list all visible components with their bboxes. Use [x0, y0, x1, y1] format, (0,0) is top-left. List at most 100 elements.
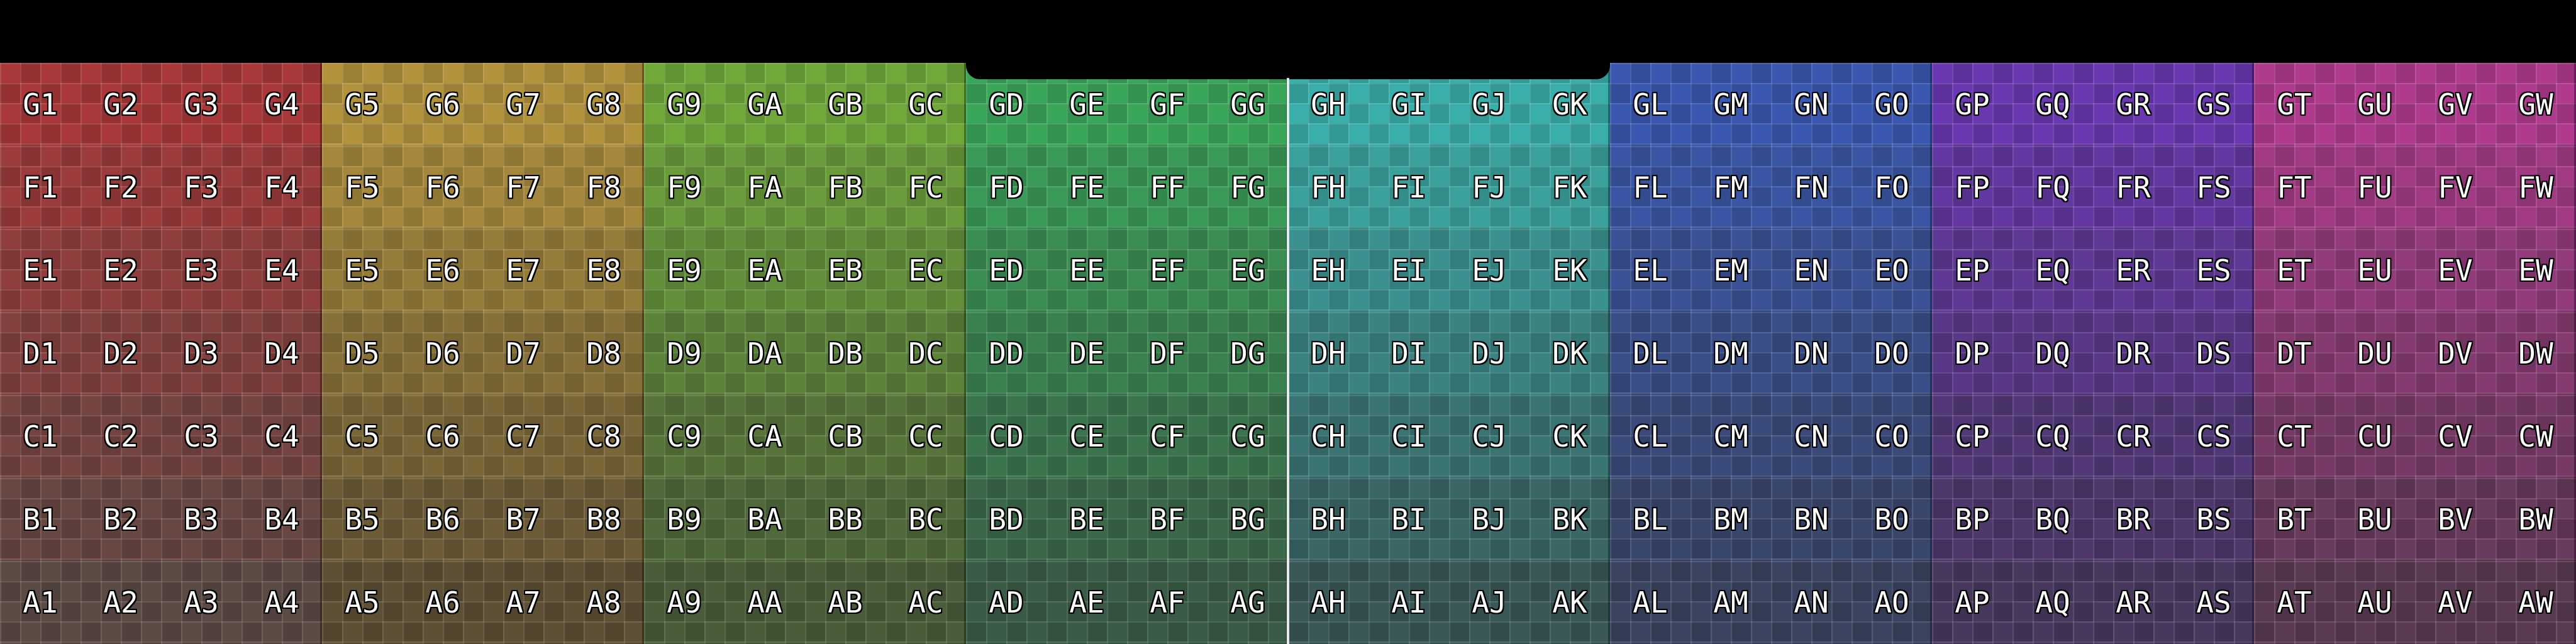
grid-cell[interactable]: EC — [886, 229, 966, 312]
grid-cell[interactable]: B7 — [483, 478, 564, 561]
grid-cell[interactable]: EU — [2334, 229, 2415, 312]
grid-cell[interactable]: AN — [1771, 561, 1852, 644]
grid-cell[interactable]: EE — [1046, 229, 1127, 312]
grid-cell[interactable]: A8 — [564, 561, 644, 644]
grid-cell[interactable]: FR — [2093, 146, 2174, 229]
grid-cell[interactable]: FP — [1932, 146, 2012, 229]
grid-cell[interactable]: B1 — [0, 478, 80, 561]
grid-cell[interactable]: GU — [2334, 63, 2415, 146]
grid-cell[interactable]: FG — [1208, 146, 1288, 229]
grid-cell[interactable]: EW — [2496, 229, 2576, 312]
grid-cell[interactable]: FJ — [1449, 146, 1530, 229]
grid-cell[interactable]: FK — [1530, 146, 1610, 229]
grid-cell[interactable]: E1 — [0, 229, 80, 312]
grid-cell[interactable]: DH — [1288, 312, 1368, 395]
grid-cell[interactable]: BL — [1610, 478, 1690, 561]
grid-cell[interactable]: ER — [2093, 229, 2174, 312]
grid-cell[interactable]: D8 — [564, 312, 644, 395]
grid-cell[interactable]: EG — [1208, 229, 1288, 312]
grid-cell[interactable]: F2 — [80, 146, 161, 229]
grid-cell[interactable]: G4 — [242, 63, 322, 146]
grid-cell[interactable]: F7 — [483, 146, 564, 229]
grid-cell[interactable]: F5 — [322, 146, 402, 229]
grid-cell[interactable]: GR — [2093, 63, 2174, 146]
grid-cell[interactable]: BA — [724, 478, 805, 561]
grid-cell[interactable]: A6 — [402, 561, 483, 644]
grid-cell[interactable]: DD — [966, 312, 1046, 395]
grid-cell[interactable]: DB — [805, 312, 886, 395]
grid-cell[interactable]: EJ — [1449, 229, 1530, 312]
grid-cell[interactable]: G1 — [0, 63, 80, 146]
grid-cell[interactable]: GV — [2415, 63, 2496, 146]
grid-cell[interactable]: CI — [1368, 395, 1449, 478]
grid-cell[interactable]: CP — [1932, 395, 2012, 478]
grid-cell[interactable]: GW — [2496, 63, 2576, 146]
grid-cell[interactable]: A5 — [322, 561, 402, 644]
grid-cell[interactable]: F9 — [644, 146, 724, 229]
grid-cell[interactable]: AG — [1208, 561, 1288, 644]
grid-cell[interactable]: D6 — [402, 312, 483, 395]
grid-cell[interactable]: F4 — [242, 146, 322, 229]
grid-cell[interactable]: A2 — [80, 561, 161, 644]
grid-cell[interactable]: GP — [1932, 63, 2012, 146]
grid-cell[interactable]: AU — [2334, 561, 2415, 644]
grid-cell[interactable]: B4 — [242, 478, 322, 561]
grid-cell[interactable]: EM — [1690, 229, 1771, 312]
grid-cell[interactable]: BH — [1288, 478, 1368, 561]
grid-cell[interactable]: GT — [2254, 63, 2334, 146]
grid-cell[interactable]: E7 — [483, 229, 564, 312]
grid-cell[interactable]: CJ — [1449, 395, 1530, 478]
grid-cell[interactable]: FN — [1771, 146, 1852, 229]
grid-cell[interactable]: CU — [2334, 395, 2415, 478]
grid-cell[interactable]: DU — [2334, 312, 2415, 395]
grid-cell[interactable]: C9 — [644, 395, 724, 478]
grid-cell[interactable]: G7 — [483, 63, 564, 146]
grid-cell[interactable]: C6 — [402, 395, 483, 478]
grid-cell[interactable]: EL — [1610, 229, 1690, 312]
grid-cell[interactable]: CM — [1690, 395, 1771, 478]
grid-cell[interactable]: FO — [1852, 146, 1932, 229]
grid-cell[interactable]: C8 — [564, 395, 644, 478]
grid-cell[interactable]: B5 — [322, 478, 402, 561]
grid-cell[interactable]: EK — [1530, 229, 1610, 312]
grid-cell[interactable]: G8 — [564, 63, 644, 146]
grid-cell[interactable]: F3 — [161, 146, 242, 229]
grid-cell[interactable]: AK — [1530, 561, 1610, 644]
grid-cell[interactable]: BP — [1932, 478, 2012, 561]
grid-cell[interactable]: AJ — [1449, 561, 1530, 644]
grid-cell[interactable]: AB — [805, 561, 886, 644]
grid-cell[interactable]: AA — [724, 561, 805, 644]
grid-cell[interactable]: FM — [1690, 146, 1771, 229]
grid-cell[interactable]: CB — [805, 395, 886, 478]
grid-cell[interactable]: CV — [2415, 395, 2496, 478]
grid-cell[interactable]: BR — [2093, 478, 2174, 561]
grid-cell[interactable]: BT — [2254, 478, 2334, 561]
grid-cell[interactable]: AP — [1932, 561, 2012, 644]
grid-cell[interactable]: F8 — [564, 146, 644, 229]
grid-cell[interactable]: AF — [1127, 561, 1208, 644]
grid-cell[interactable]: EN — [1771, 229, 1852, 312]
grid-cell[interactable]: E5 — [322, 229, 402, 312]
grid-cell[interactable]: FE — [1046, 146, 1127, 229]
grid-cell[interactable]: DT — [2254, 312, 2334, 395]
grid-cell[interactable]: DR — [2093, 312, 2174, 395]
grid-cell[interactable]: DP — [1932, 312, 2012, 395]
grid-cell[interactable]: BF — [1127, 478, 1208, 561]
grid-cell[interactable]: FV — [2415, 146, 2496, 229]
grid-cell[interactable]: GN — [1771, 63, 1852, 146]
grid-cell[interactable]: A1 — [0, 561, 80, 644]
grid-cell[interactable]: CD — [966, 395, 1046, 478]
grid-cell[interactable]: D4 — [242, 312, 322, 395]
grid-cell[interactable]: AI — [1368, 561, 1449, 644]
grid-cell[interactable]: AQ — [2012, 561, 2093, 644]
grid-cell[interactable]: AD — [966, 561, 1046, 644]
grid-cell[interactable]: AR — [2093, 561, 2174, 644]
grid-cell[interactable]: DE — [1046, 312, 1127, 395]
grid-cell[interactable]: DA — [724, 312, 805, 395]
grid-cell[interactable]: AV — [2415, 561, 2496, 644]
grid-cell[interactable]: BQ — [2012, 478, 2093, 561]
grid-cell[interactable]: FA — [724, 146, 805, 229]
grid-cell[interactable]: AM — [1690, 561, 1771, 644]
grid-cell[interactable]: DG — [1208, 312, 1288, 395]
grid-cell[interactable]: DM — [1690, 312, 1771, 395]
